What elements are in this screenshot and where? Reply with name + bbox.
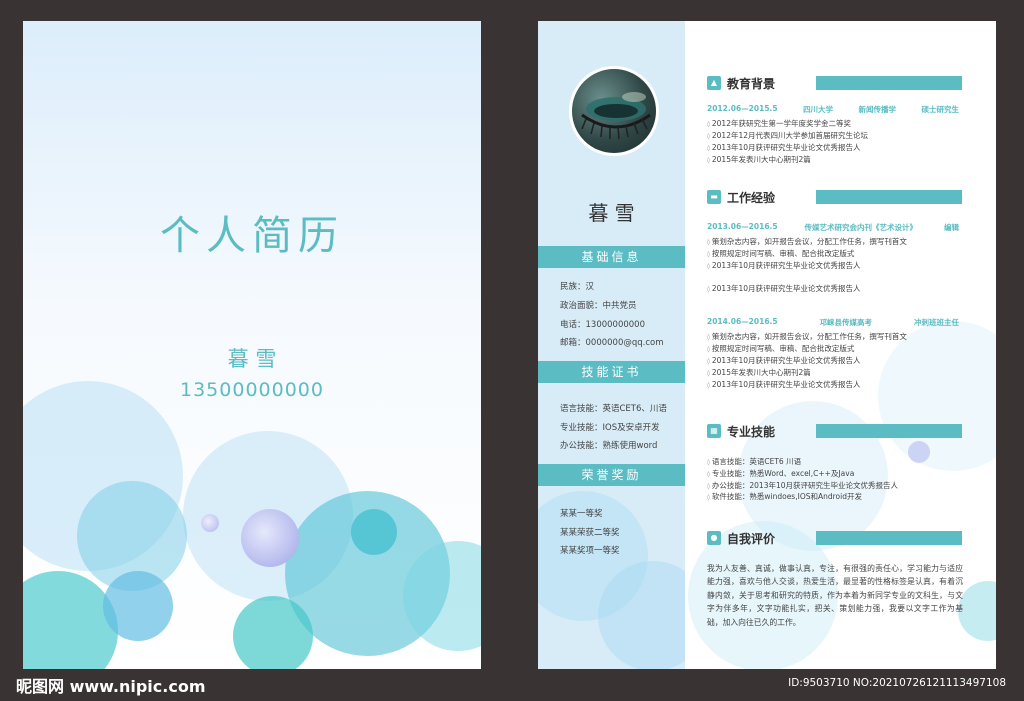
cover-title: 个人简历 bbox=[160, 213, 344, 259]
graduation-cap-icon: ▲ bbox=[707, 76, 721, 90]
work-item: 策划杂志内容，如开报告会议，分配工作任务，撰写刊首文 bbox=[707, 236, 907, 247]
work-item: 策划杂志内容，如开报告会议，分配工作任务，撰写刊首文 bbox=[707, 331, 907, 342]
resume-sidebar: 暮 雪 基础信息 民族：汉 政治面貌：中共党员 电话：13000000000 邮… bbox=[538, 21, 685, 669]
skill-cert-header: 技能证书 bbox=[538, 361, 685, 383]
skill-item: 软件技能：熟悉windoes,IOS和Android开发 bbox=[707, 491, 862, 502]
work-item: 2013年10月获评研究生毕业论文优秀报告人 bbox=[707, 260, 861, 271]
grid-icon: ▦ bbox=[707, 424, 721, 438]
bubble-decoration bbox=[233, 596, 313, 669]
section-bar bbox=[816, 531, 962, 545]
bubble-decoration bbox=[351, 509, 397, 555]
education-degree: 硕士研究生 bbox=[921, 105, 959, 114]
image-id-watermark: ID:9503710 NO:20210726121113497108 bbox=[788, 677, 1006, 689]
honor-item: 某某奖项一等奖 bbox=[560, 546, 620, 556]
work-period: 2014.06—2016.5 bbox=[707, 317, 778, 326]
bubble-decoration bbox=[958, 581, 996, 641]
basic-info-item: 民族：汉 bbox=[560, 282, 595, 292]
work-org: 传媒艺术研究会内刊《艺术设计》 bbox=[804, 223, 918, 232]
work-item: 2013年10月获评研究生毕业论文优秀报告人 bbox=[707, 379, 861, 390]
self-eval-title: 自我评价 bbox=[727, 532, 776, 546]
basic-info-item: 邮箱：0000000@qq.com bbox=[560, 338, 664, 348]
honor-header: 荣誉奖励 bbox=[538, 464, 685, 486]
section-bar bbox=[816, 424, 962, 438]
work-title: 工作经验 bbox=[727, 191, 776, 205]
section-bar bbox=[816, 76, 962, 90]
work-item: 2013年10月获评研究生毕业论文优秀报告人 bbox=[707, 283, 861, 294]
basic-info-item: 政治面貌：中共党员 bbox=[560, 301, 637, 311]
person-icon: ● bbox=[707, 531, 721, 545]
resume-page: 暮 雪 基础信息 民族：汉 政治面貌：中共党员 电话：13000000000 邮… bbox=[538, 21, 996, 669]
education-title: 教育背景 bbox=[727, 77, 776, 91]
sidebar-name: 暮 雪 bbox=[588, 201, 635, 225]
bubble-decoration bbox=[201, 514, 219, 532]
education-item: 2015年发表川大中心期刊2篇 bbox=[707, 154, 811, 165]
self-eval-text: 我为人友善、真诚，做事认真，专注，有很强的责任心，学习能力与适应能力强，喜欢与他… bbox=[707, 564, 963, 627]
cover-phone: 13500000000 bbox=[180, 379, 324, 401]
profile-photo bbox=[569, 66, 659, 156]
basic-info-header: 基础信息 bbox=[538, 246, 685, 268]
briefcase-icon: ▬ bbox=[707, 190, 721, 204]
bubble-decoration bbox=[103, 571, 173, 641]
work-entry-header: 2014.06—2016.5 邛崃县传媒高考 冲刺班班主任 bbox=[707, 317, 959, 328]
work-role: 编辑 bbox=[943, 223, 959, 232]
work-entry-header: 2013.06—2016.5 传媒艺术研究会内刊《艺术设计》 编辑 bbox=[707, 222, 959, 233]
bubble-decoration bbox=[241, 509, 299, 567]
education-period: 2012.06—2015.5 bbox=[707, 104, 778, 113]
work-item: 按照规定时间写稿、审稿、配合批改定版式 bbox=[707, 248, 855, 259]
cert-item: 专业技能：IOS及安卓开发 bbox=[560, 423, 660, 433]
cover-page: 个人简历 暮 雪 13500000000 bbox=[23, 21, 481, 669]
basic-info-item: 电话：13000000000 bbox=[560, 320, 645, 330]
work-role: 冲刺班班主任 bbox=[913, 318, 959, 327]
honor-item: 某某荣获二等奖 bbox=[560, 528, 620, 538]
bubble-decoration bbox=[878, 321, 996, 471]
education-school: 四川大学 bbox=[803, 105, 834, 114]
education-item: 2013年10月获评研究生毕业论文优秀报告人 bbox=[707, 142, 861, 153]
education-item: 2012年12月代表四川大学参加首届研究生论坛 bbox=[707, 130, 868, 141]
section-bar bbox=[816, 190, 962, 204]
cert-item: 办公技能：熟练使用word bbox=[560, 441, 658, 451]
bubble-decoration bbox=[908, 441, 930, 463]
cover-name: 暮 雪 bbox=[227, 347, 277, 371]
skills-title: 专业技能 bbox=[727, 425, 776, 439]
education-major: 新闻传播学 bbox=[858, 105, 897, 114]
work-org: 邛崃县传媒高考 bbox=[819, 318, 873, 327]
honor-item: 某某一等奖 bbox=[560, 509, 603, 519]
education-item: 2012年获研究生第一学年度奖学金二等奖 bbox=[707, 118, 851, 129]
skill-item: 专业技能：熟悉Word、excel,C++及Java bbox=[707, 468, 854, 479]
eye-makeup-image bbox=[581, 92, 651, 140]
bubble-decoration bbox=[23, 571, 118, 669]
cert-item: 语言技能：英语CET6、川语 bbox=[560, 404, 667, 414]
skill-item: 办公技能：2013年10月获评研究生毕业论文优秀报告人 bbox=[707, 480, 898, 491]
skill-item: 语言技能：英语CET6 川语 bbox=[707, 456, 801, 467]
education-entry-header: 2012.06—2015.5 四川大学 新闻传播学 硕士研究生 bbox=[707, 104, 959, 115]
work-item: 2013年10月获评研究生毕业论文优秀报告人 bbox=[707, 355, 861, 366]
work-item: 2015年发表川大中心期刊2篇 bbox=[707, 367, 811, 378]
work-item: 按照规定时间写稿、审稿、配合批改定版式 bbox=[707, 343, 855, 354]
site-watermark: 昵图网 www.nipic.com bbox=[16, 677, 206, 696]
work-period: 2013.06—2016.5 bbox=[707, 222, 778, 231]
